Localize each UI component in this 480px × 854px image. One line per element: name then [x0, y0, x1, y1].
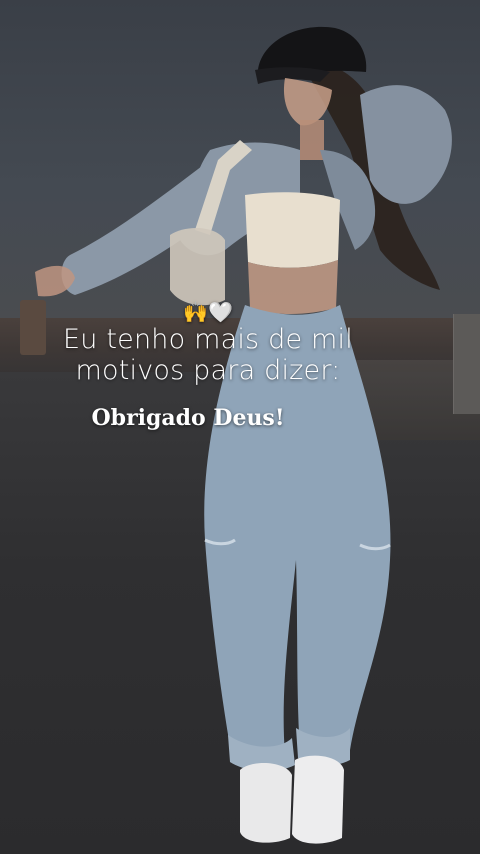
caption-line-2: motivos para dizer:	[75, 355, 341, 386]
photo-background: 🙌🤍 Eu tenho mais de mil motivos para diz…	[0, 0, 480, 854]
caption-headline: Obrigado Deus!	[91, 405, 285, 431]
caption: 🙌🤍 Eu tenho mais de mil motivos para diz…	[0, 300, 416, 432]
caption-line-1: Eu tenho mais de mil	[63, 324, 353, 355]
praise-hands-heart-emoji: 🙌🤍	[183, 300, 233, 324]
